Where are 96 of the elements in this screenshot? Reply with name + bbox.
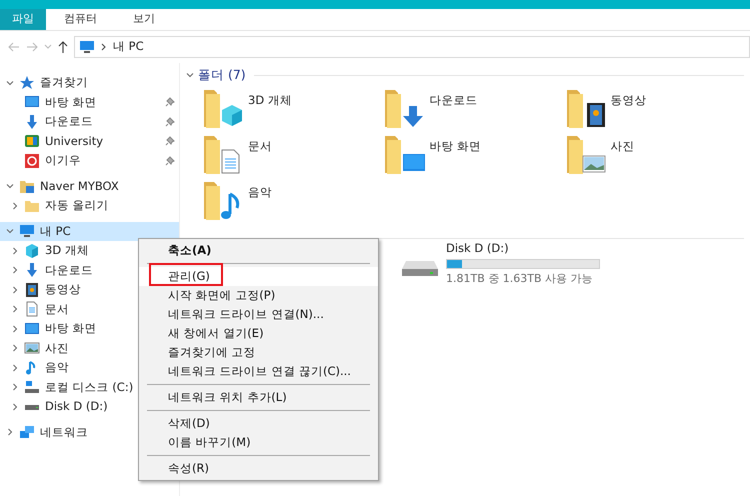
folder-label: 문서: [248, 138, 272, 155]
ribbon-tab[interactable]: 보기: [121, 9, 167, 30]
folder-label: 사진: [610, 138, 635, 155]
nav-item[interactable]: Naver MYBOX: [0, 176, 179, 196]
ribbon-tab[interactable]: 컴퓨터: [52, 9, 109, 30]
nav-label: 즐겨찾기: [40, 74, 88, 92]
menu-item[interactable]: 시작 화면에 고정(P): [139, 286, 378, 305]
chevron-down-icon[interactable]: [186, 71, 194, 79]
up-arrow-icon[interactable]: [58, 41, 68, 53]
down-arrow-icon: [24, 262, 40, 278]
folder-label: 음악: [248, 184, 272, 201]
nav-label: Naver MYBOX: [40, 178, 119, 195]
chevron-right-icon[interactable]: [10, 305, 18, 314]
chevron-down-icon[interactable]: [6, 78, 14, 87]
menu-item[interactable]: 속성(R): [139, 459, 378, 478]
nav-label: 로컬 디스크 (C:): [45, 378, 134, 396]
chevron-right-icon[interactable]: [6, 428, 14, 436]
folder-item[interactable]: 동영상: [562, 86, 647, 132]
drive-label: Disk D (D:): [446, 240, 510, 258]
down-arrow-icon: [24, 114, 40, 130]
cube-icon: [24, 242, 40, 259]
folder-label: 동영상: [610, 92, 647, 109]
nav-label: 바탕 화면: [45, 320, 97, 338]
nav-label: 사진: [45, 340, 69, 357]
nav-label: Disk D (D:): [45, 398, 108, 416]
network-icon: [19, 424, 35, 440]
folder-item[interactable]: 다운로드: [381, 86, 478, 132]
nav-label: 이기우: [45, 152, 81, 170]
menu-item[interactable]: 이름 바꾸기(M): [139, 433, 378, 452]
monitor-icon: [19, 223, 35, 240]
chevron-down-icon[interactable]: [6, 182, 14, 190]
folder-icon: [19, 178, 35, 194]
menu-item[interactable]: 축소(A): [139, 241, 378, 260]
nav-label: 바탕 화면: [45, 94, 97, 111]
nav-label: 3D 개체: [45, 242, 89, 260]
chevron-right-icon[interactable]: [10, 383, 18, 392]
menu-item[interactable]: 새 창에서 열기(E): [139, 324, 378, 343]
nav-label: 자동 올리기: [45, 197, 109, 214]
nav-label: 다운로드: [45, 262, 93, 279]
pin-icon[interactable]: [165, 97, 175, 108]
folder-label: 다운로드: [429, 92, 478, 109]
monitor-icon: [79, 39, 95, 55]
folder-item[interactable]: 3D 개체: [200, 86, 292, 132]
star-icon: [19, 74, 35, 91]
nav-label: 음악: [45, 359, 69, 376]
chevron-right-icon[interactable]: [10, 266, 18, 274]
free-space-text: 1.81TB 중 1.63TB 사용 가능: [446, 271, 594, 288]
drive-item[interactable]: Disk D (D:) 1.81TB 중 1.63TB 사용 가능: [402, 243, 744, 285]
nav-item[interactable]: 자동 올리기: [0, 196, 179, 216]
nav-label: 문서: [45, 300, 69, 318]
folder-item[interactable]: 문서: [200, 132, 272, 178]
nav-label: 동영상: [45, 281, 81, 298]
folder-item[interactable]: 음악: [200, 178, 272, 224]
breadcrumb[interactable]: 내 PC: [113, 38, 144, 56]
nav-item[interactable]: 내 PC: [0, 222, 179, 241]
picture-icon: [24, 340, 40, 356]
pin-icon[interactable]: [165, 116, 175, 127]
chevron-right-icon[interactable]: [10, 364, 18, 372]
pin-icon[interactable]: [165, 156, 175, 166]
chevron-right-icon[interactable]: [10, 402, 18, 411]
nav-label: 다운로드: [45, 113, 93, 130]
chevron-right-icon[interactable]: [10, 246, 18, 255]
drive-icon: [24, 404, 40, 410]
drive-icon: [24, 379, 40, 396]
chevron-right-icon[interactable]: [101, 43, 107, 51]
drive-icon: [402, 261, 438, 277]
menu-item[interactable]: 네트워크 위치 추가(L): [139, 388, 378, 407]
nav-item[interactable]: University: [0, 132, 179, 151]
menu-item[interactable]: 삭제(D): [139, 414, 378, 433]
folder-item[interactable]: 사진: [562, 132, 635, 178]
power-icon: [24, 152, 40, 169]
monitor-icon: [24, 320, 40, 337]
menu-item[interactable]: 즐겨찾기에 고정: [139, 343, 378, 362]
pin-icon[interactable]: [165, 136, 175, 146]
nav-item[interactable]: 다운로드: [0, 112, 179, 132]
chevron-right-icon[interactable]: [10, 202, 18, 210]
nav-label: 내 PC: [40, 222, 71, 240]
film-icon: [24, 282, 40, 298]
folder-label: 바탕 화면: [429, 138, 481, 155]
chevron-right-icon[interactable]: [10, 286, 18, 294]
document-icon: [24, 301, 40, 318]
menu-item[interactable]: 네트워크 드라이브 연결 끊기(C)...: [139, 362, 378, 381]
nav-label: University: [45, 132, 104, 150]
menu-item[interactable]: 네트워크 드라이브 연결(N)...: [139, 305, 378, 324]
chevron-down-icon[interactable]: [6, 227, 14, 236]
nav-item[interactable]: 이기우: [0, 151, 179, 170]
app-icon: [24, 133, 40, 150]
section-heading[interactable]: 폴더 (7): [198, 66, 246, 84]
chevron-right-icon[interactable]: [10, 344, 18, 352]
folder-label: 3D 개체: [248, 92, 292, 109]
nav-label: 네트워크: [40, 424, 88, 441]
address-bar[interactable]: 내 PC: [74, 36, 750, 58]
folder-item[interactable]: 바탕 화면: [381, 132, 481, 178]
chevron-right-icon[interactable]: [10, 324, 18, 333]
nav-item[interactable]: 바탕 화면: [0, 92, 179, 112]
nav-item[interactable]: 즐겨찾기: [0, 73, 179, 92]
